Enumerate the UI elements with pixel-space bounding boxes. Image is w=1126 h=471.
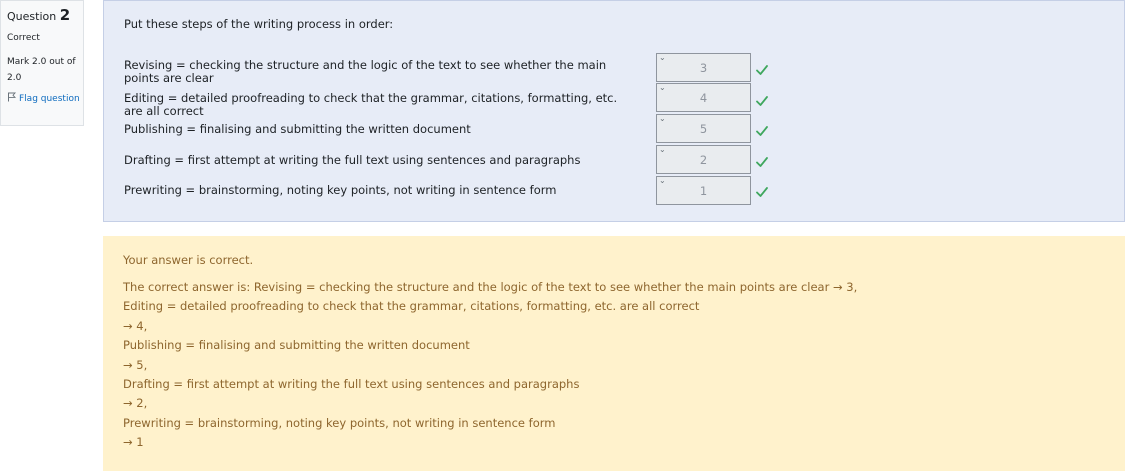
right-answer-line: → 5, [123,357,148,372]
match-item-text: Drafting = first attempt at writing the … [124,153,581,167]
match-select[interactable]: ⌄ 5 [656,114,751,143]
flag-icon [8,92,17,102]
right-answer-line: Editing = detailed proofreading to check… [123,299,700,314]
right-answer-line: Publishing = finalising and submitting t… [123,338,470,353]
check-icon [756,157,768,167]
question-info: Question 2 Correct Mark 2.0 out of 2.0 F… [0,0,84,126]
question-formulation: Put these steps of the writing process i… [103,0,1125,222]
check-icon [756,126,768,136]
question-label: Question [7,10,57,23]
match-item-text: Publishing = finalising and submitting t… [124,122,471,136]
right-answer-line: Drafting = first attempt at writing the … [123,377,580,392]
right-answer: The correct answer is: Revising = checki… [123,278,1105,453]
question-state: Correct [7,33,40,43]
right-answer-line: → 4, [123,318,148,333]
match-item-text: Revising = checking the structure and th… [124,58,607,85]
right-answer-line: → 2, [123,396,148,411]
question-number: Question 2 [7,6,77,26]
right-answer-line: → 1 [123,435,144,450]
question-text: Put these steps of the writing process i… [124,17,394,31]
flag-question-label: Flag question [19,94,80,104]
right-answer-line: The correct answer is: Revising = checki… [123,280,858,294]
right-answer-line: Prewriting = brainstorming, noting key p… [123,415,556,430]
match-select[interactable]: ⌄ 1 [656,176,751,205]
match-select[interactable]: ⌄ 3 [656,53,751,82]
match-select-value: 5 [699,122,708,136]
check-icon [756,65,768,75]
flag-question-link[interactable]: Flag question [7,92,80,104]
question-number-value: 2 [59,6,71,24]
question-grade: Mark 2.0 out of 2.0 [7,57,76,83]
check-icon [756,96,768,106]
match-item-text: Editing = detailed proofreading to check… [124,91,618,118]
match-select[interactable]: ⌄ 4 [656,83,751,112]
question-outcome: Your answer is correct. The correct answ… [103,236,1125,471]
match-select-value: 1 [699,184,708,198]
feedback-text: Your answer is correct. [123,253,254,267]
match-select-value: 3 [699,61,708,75]
match-select[interactable]: ⌄ 2 [656,145,751,174]
check-icon [756,187,768,197]
match-select-value: 4 [699,91,708,105]
match-select-value: 2 [699,153,708,167]
match-item-text: Prewriting = brainstorming, noting key p… [124,183,557,197]
